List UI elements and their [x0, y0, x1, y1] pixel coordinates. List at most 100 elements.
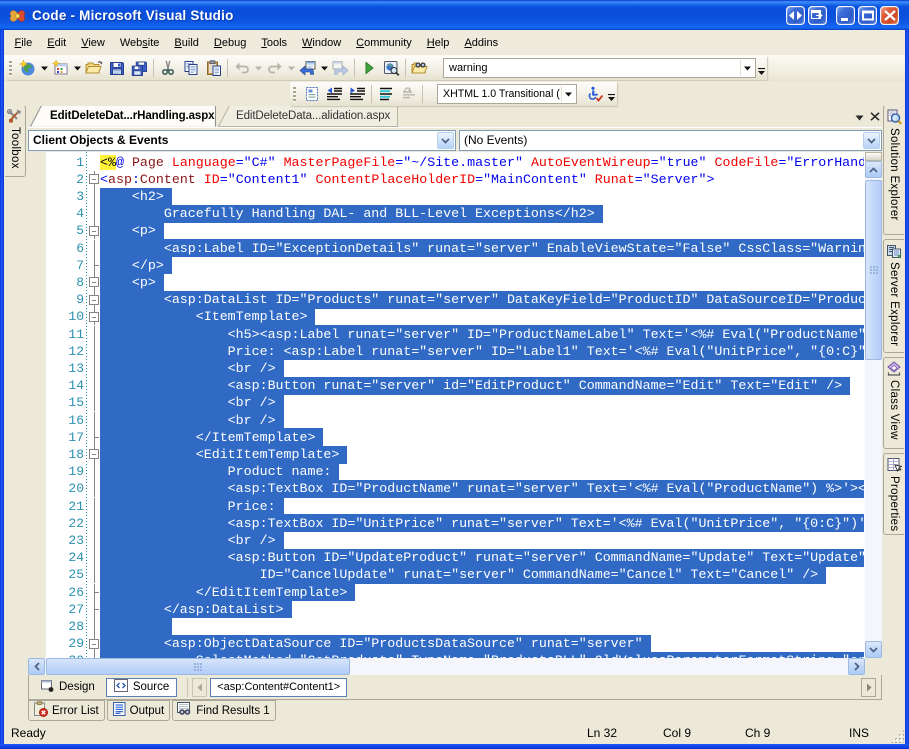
new-website-dropdown[interactable] [39, 57, 49, 79]
menu-item-window[interactable]: Window [295, 34, 349, 52]
menu-item-website[interactable]: Website [112, 34, 167, 52]
line-number: 14 [68, 378, 84, 394]
tab-well-menu-button[interactable] [855, 110, 864, 124]
events-combo-dropdown[interactable] [863, 132, 880, 149]
collapse-box-icon[interactable] [89, 294, 99, 305]
code-line: 12 Price: <asp:Label runat="server" ID="… [28, 342, 864, 361]
add-new-item-dropdown[interactable] [72, 57, 82, 79]
code-token: @ [115, 154, 124, 170]
save-all-button[interactable] [128, 57, 151, 79]
objects-combo[interactable]: Client Objects & Events [28, 130, 456, 151]
menu-item-view[interactable]: View [74, 34, 113, 52]
menu-item-tools[interactable]: Tools [254, 34, 295, 52]
close-button[interactable] [880, 6, 899, 25]
code-token: Runat [594, 171, 635, 187]
find-combo[interactable]: warning [443, 58, 756, 78]
toolbar-grip[interactable] [9, 59, 12, 77]
tag-navigator-back-button[interactable] [192, 677, 208, 697]
accessibility-check-button[interactable] [583, 83, 606, 105]
scroll-down-button[interactable] [865, 641, 882, 658]
paste-button[interactable] [202, 57, 225, 79]
popout-button[interactable] [808, 6, 827, 25]
collapse-box-icon[interactable] [89, 638, 99, 649]
panel-tab-find-results-1[interactable]: Find Results 1 [172, 700, 276, 721]
sidebar-tab-toolbox[interactable]: Toolbox [5, 105, 26, 177]
editor-splitter-handle[interactable] [865, 152, 882, 161]
source-view-tab[interactable]: Source [105, 677, 178, 697]
toolbox-icon [7, 109, 23, 124]
menu-item-file[interactable]: File [7, 34, 40, 52]
open-file-button[interactable] [82, 57, 105, 79]
vertical-scroll-thumb[interactable] [865, 180, 882, 360]
format-document-button[interactable] [374, 83, 397, 105]
find-combo-dropdown[interactable] [740, 60, 754, 76]
code-line: 28 [28, 617, 864, 636]
vertical-scrollbar[interactable] [865, 152, 882, 658]
panel-tab-error-list[interactable]: Error List [28, 700, 105, 721]
collapse-box-icon[interactable] [89, 311, 99, 322]
schema-combo-dropdown[interactable] [561, 86, 575, 102]
new-website-icon [19, 60, 36, 76]
toolbar-options-button-2[interactable] [606, 83, 617, 105]
panel-tab-output[interactable]: Output [106, 700, 171, 721]
scroll-left-button[interactable] [28, 658, 45, 675]
code-text: <asp:Label ID="ExceptionDetails" runat="… [100, 240, 864, 256]
sidebar-tab-server-explorer[interactable]: Server Explorer [883, 239, 904, 353]
menu-item-build[interactable]: Build [167, 34, 206, 52]
horizontal-scroll-thumb[interactable] [46, 658, 350, 675]
browse-with-button[interactable] [380, 57, 403, 79]
maximize-button[interactable] [858, 6, 877, 25]
resize-grip[interactable] [891, 730, 904, 743]
menu-item-community[interactable]: Community [349, 34, 420, 52]
collapse-box-icon[interactable] [89, 225, 99, 236]
tab-inactive-document[interactable]: EditDeleteData...alidation.aspx [218, 105, 398, 127]
menu-item-help[interactable]: Help [419, 34, 457, 52]
horizontal-scrollbar[interactable] [28, 658, 865, 675]
sidebar-tab-label: Solution Explorer [888, 128, 900, 221]
navigate-backward-button[interactable] [296, 57, 319, 79]
copy-button[interactable] [179, 57, 202, 79]
code-token: ="Content1" [219, 171, 308, 187]
tab-well-close-button[interactable] [870, 110, 880, 124]
add-new-item-button[interactable] [49, 57, 72, 79]
tag-navigator-crumb[interactable]: <asp:Content#Content1> [210, 677, 348, 697]
window-switch-button[interactable] [786, 6, 805, 25]
menu-item-addins[interactable]: Addins [457, 34, 506, 52]
code-line: 6 <asp:Label ID="ExceptionDetails" runat… [28, 239, 864, 258]
cut-button[interactable] [156, 57, 179, 79]
collapse-box-icon[interactable] [89, 449, 99, 460]
toolbar-options-button[interactable] [756, 57, 767, 79]
sidebar-tab-properties[interactable]: Properties [883, 453, 904, 535]
status-bar: Ready Ln 32 Col 9 Ch 9 INS [4, 722, 905, 744]
tab-active-document[interactable]: EditDeleteDat...rHandling.aspx [30, 105, 216, 127]
design-view-tab[interactable]: Design [33, 678, 102, 697]
line-number: 10 [68, 309, 84, 325]
scroll-right-button[interactable] [848, 658, 865, 675]
collapse-box-icon[interactable] [89, 174, 99, 185]
scroll-up-button[interactable] [865, 161, 882, 178]
increase-indent-icon [349, 86, 366, 102]
collapse-box-icon[interactable] [89, 277, 99, 288]
events-combo[interactable]: (No Events) [459, 130, 882, 151]
toolbar-grip[interactable] [293, 85, 296, 103]
sidebar-tab-class-view[interactable]: Class View [883, 357, 904, 449]
sidebar-tab-solution-explorer[interactable]: Solution Explorer [883, 105, 904, 235]
increase-indent-button[interactable] [346, 83, 369, 105]
save-button[interactable] [105, 57, 128, 79]
editor-lines: 1 <%@ Page Language="C#" MasterPageFile="… [28, 152, 864, 658]
minimize-button[interactable] [836, 6, 855, 25]
show-details-button[interactable] [300, 83, 323, 105]
schema-combo[interactable]: XHTML 1.0 Transitional ( [437, 84, 577, 104]
line-number: 29 [68, 636, 84, 652]
tag-navigator-forward-button[interactable] [861, 677, 876, 697]
code-editor[interactable]: 1 <%@ Page Language="C#" MasterPageFile="… [28, 152, 882, 675]
navigate-backward-dropdown[interactable] [319, 57, 329, 79]
new-website-button[interactable] [16, 57, 39, 79]
window-frame-bottom [0, 744, 909, 749]
menu-item-debug[interactable]: Debug [206, 34, 253, 52]
decrease-indent-button[interactable] [323, 83, 346, 105]
find-in-files-button[interactable] [408, 57, 431, 79]
start-debug-button[interactable] [357, 57, 380, 79]
objects-combo-dropdown[interactable] [437, 132, 454, 149]
menu-item-edit[interactable]: Edit [40, 34, 74, 52]
